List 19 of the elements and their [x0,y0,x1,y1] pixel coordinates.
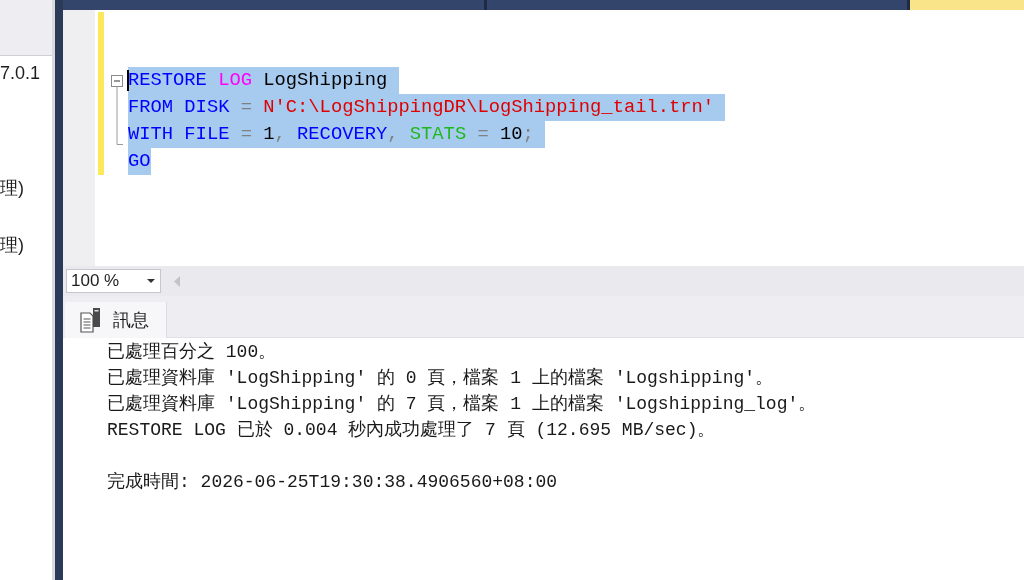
document-icon [80,307,100,333]
outline-guide-line [116,86,124,145]
tree-node-label[interactable]: 理) [0,177,24,199]
tree-node-label[interactable]: 7.0.1 [0,62,41,84]
tree-node-label[interactable]: 理) [0,234,24,256]
message-line: 已處理資料庫 'LogShipping' 的 7 頁，檔案 1 上的檔案 'Logshipping_log'。 [107,392,817,416]
results-tab[interactable]: 訊息 [65,302,167,338]
message-line: 已處理百分之 100。 [107,341,277,364]
document-tab[interactable] [486,0,907,10]
scroll-left-icon[interactable] [174,275,180,287]
text-cursor [127,70,129,91]
completion-time-text: 完成時間: 2026-06-25T19:30:38.4906560+08:00 [107,471,558,494]
document-tab[interactable] [63,0,484,10]
document-tab[interactable] [910,0,1024,10]
collapse-icon[interactable] [111,75,123,87]
dropdown-caret-icon [147,279,155,283]
zoom-dropdown[interactable]: 100 % [66,269,161,293]
message-line: 已處理資料庫 'LogShipping' 的 0 頁，檔案 1 上的檔案 'Logshipping'。 [107,366,774,390]
message-line: RESTORE LOG 已於 0.004 秒內成功處理了 7 頁 (12.695 MB/sec)。 [107,419,716,442]
